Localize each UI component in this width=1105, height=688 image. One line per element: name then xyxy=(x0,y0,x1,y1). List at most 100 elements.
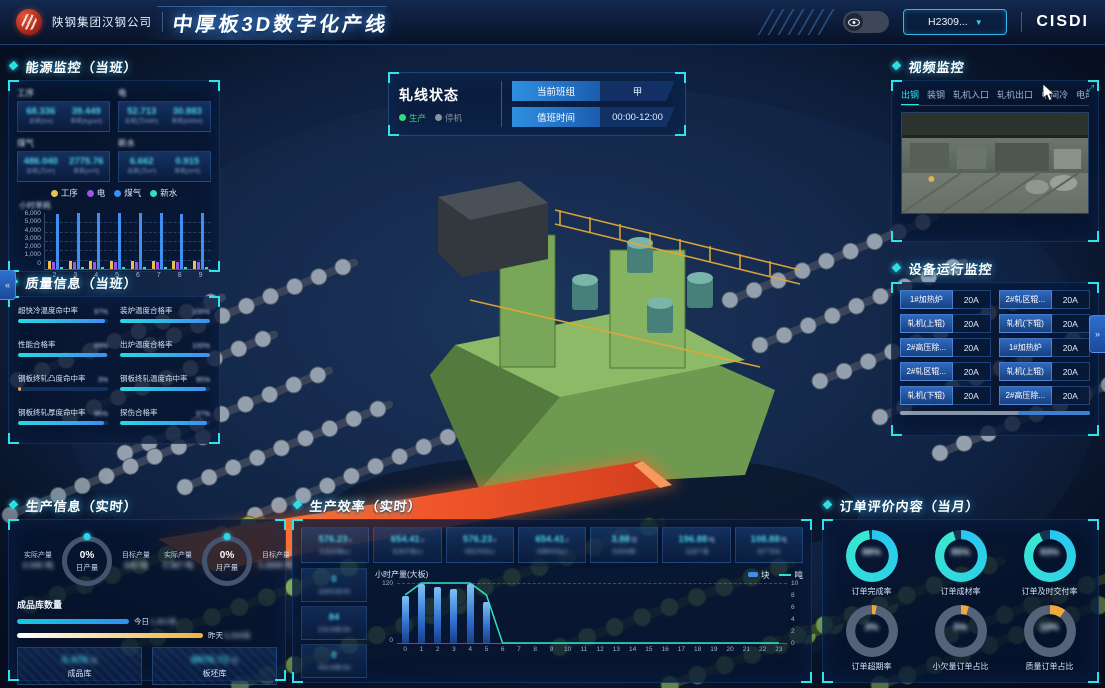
energy-chart-y-axis: 6,0005,0004,0003,0002,0001,0000 xyxy=(17,213,44,269)
device-chip[interactable]: 2#轧区辊...20A xyxy=(900,362,991,381)
device-chip[interactable]: 1#加热炉20A xyxy=(900,290,991,309)
actual-value: 0.045 吨 xyxy=(17,560,59,571)
status-legend-item: 停机 xyxy=(435,112,462,124)
energy-chart-legend: 工序电煤气新水 xyxy=(17,187,211,199)
bar-group xyxy=(45,213,66,269)
efficiency-side-stats: 0当前轧制(块)84已轧块数(块)0待轧块数(块) xyxy=(301,568,367,678)
device-chip[interactable]: 轧机(上辊)20A xyxy=(900,314,991,333)
output-gauge: 实际产量0.045 吨0%日产量目标产量500 吨 xyxy=(17,528,157,594)
metric-value: 97% xyxy=(196,411,210,418)
inventory-box: 8876.72吨板坯库 xyxy=(152,647,277,685)
stat-label: 轧制节奏(s) xyxy=(392,547,422,556)
panel-title-text: 生产效率（实时） xyxy=(309,496,423,515)
quality-metric: 钢板终轧温度命中率95% xyxy=(120,373,210,399)
energy-group-name: 煤气 xyxy=(17,137,110,149)
metric-value: 97% xyxy=(94,309,108,316)
device-name: 2#轧区辊... xyxy=(900,362,953,381)
device-chip[interactable]: 轧机(下辊)20A xyxy=(900,386,991,405)
camera-tab-3[interactable]: 轧机出口 xyxy=(997,88,1033,101)
output-gauges: 实际产量0.045 吨0%日产量目标产量500 吨实际产量0.387 吨0%月产… xyxy=(17,528,277,594)
stat-label: 当班产量 xyxy=(685,547,708,556)
device-value: 20A xyxy=(1052,314,1090,333)
mouse-cursor xyxy=(1042,84,1056,102)
device-chip[interactable]: 1#加热炉20A xyxy=(999,338,1090,357)
collapse-left-handle[interactable]: « xyxy=(0,270,16,300)
bar-group xyxy=(190,213,211,269)
legend-label: 工序 xyxy=(61,187,78,199)
energy-hourly-chart: 6,0005,0004,0003,0002,0001,0000 xyxy=(17,213,211,270)
energy-value: 68.336 xyxy=(26,107,55,118)
stat-label: 间隙时间(s) xyxy=(537,547,567,556)
header-pinstripes xyxy=(758,9,837,35)
visibility-toggle[interactable] xyxy=(843,11,889,33)
panel-title-text: 设备运行监控 xyxy=(908,259,994,278)
camera-tab-0[interactable]: 出钢 xyxy=(901,88,919,101)
metric-value: 100% xyxy=(192,343,210,350)
efficiency-stat: 576.23s轧制间隔(s) xyxy=(301,527,369,563)
device-name: 轧机(下辊) xyxy=(900,386,953,405)
energy-group: 新水6.662总耗(万m³)0.915单耗(m³/t) xyxy=(118,137,211,182)
collapse-right-handle[interactable]: » xyxy=(1089,315,1105,353)
panel-production: ❖ 生产信息（实时） 实际产量0.045 吨0%日产量目标产量500 吨实际产量… xyxy=(8,495,286,681)
status-legend-item: 生产 xyxy=(399,112,426,124)
panel-title-text: 订单评价内容（当月） xyxy=(839,496,981,515)
energy-chart-title: 小时单耗 xyxy=(19,200,211,211)
scrollbar-thumb[interactable] xyxy=(1018,411,1090,415)
device-name: 2#轧区辊... xyxy=(999,290,1052,309)
legend-item: 新水 xyxy=(150,187,177,199)
device-scrollbar[interactable] xyxy=(900,411,1090,415)
camera-tab-2[interactable]: 轧机入口 xyxy=(953,88,989,101)
energy-value: 486.040 xyxy=(24,157,58,168)
actual-value: 0.387 吨 xyxy=(157,560,199,571)
eye-icon xyxy=(845,13,863,31)
energy-group: 煤气486.040总耗(万m³)2775.76单耗(m³/t) xyxy=(17,137,110,182)
stat-value: 654.41s xyxy=(535,534,568,545)
status-legend-label: 停机 xyxy=(445,112,462,124)
app-title: 中厚板3D数字化产线 xyxy=(171,8,391,37)
hourly-bar xyxy=(467,584,474,643)
energy-value: 52.713 xyxy=(127,107,156,118)
device-chip[interactable]: 轧机(上辊)20A xyxy=(999,362,1090,381)
hourly-bar xyxy=(402,596,409,644)
stat-value: 196.88吨 xyxy=(678,534,715,545)
camera-tab-1[interactable]: 装钢 xyxy=(927,88,945,101)
device-chip[interactable]: 2#轧区辊...20A xyxy=(999,290,1090,309)
gauge-ring: 0%日产量 xyxy=(62,536,112,586)
chart-legend-item: 块 xyxy=(748,569,770,581)
shift-info-row: 当前班组甲 xyxy=(512,81,675,101)
metric-bar xyxy=(120,421,207,425)
bar-group xyxy=(149,213,170,269)
view-selector-dropdown[interactable]: H2309... ▼ xyxy=(903,9,1007,35)
order-donut: 95%订单成材率 xyxy=(916,526,1005,601)
metric-value: 95% xyxy=(196,377,210,384)
device-chip[interactable]: 2#高压除...20A xyxy=(900,338,991,357)
device-chip[interactable]: 轧机(下辊)20A xyxy=(999,314,1090,333)
order-donut: 3%订单超期率 xyxy=(827,601,916,676)
line-swatch-icon xyxy=(779,574,791,576)
metric-label: 探伤合格率 xyxy=(120,407,158,418)
inventory-box-value: 0.476吨 xyxy=(62,654,97,666)
device-value: 20A xyxy=(953,362,991,381)
legend-dot-icon xyxy=(114,190,121,197)
inventory-bar xyxy=(17,633,203,638)
device-name: 1#加热炉 xyxy=(999,338,1052,357)
chart-legend-label: 块 xyxy=(761,569,770,581)
device-value: 20A xyxy=(1052,386,1090,405)
stat-value: 84 xyxy=(329,612,340,623)
diamond-icon: ❖ xyxy=(890,59,903,73)
legend-dot-icon xyxy=(87,190,94,197)
stat-value: 3.88块 xyxy=(611,534,637,545)
company-logo-icon xyxy=(16,9,42,35)
metric-label: 装炉温度合格率 xyxy=(120,305,173,316)
video-feed[interactable] xyxy=(901,112,1089,214)
diamond-icon: ❖ xyxy=(7,498,20,512)
energy-value-label: 总耗(万kWh) xyxy=(125,119,159,126)
bar-group xyxy=(107,213,128,269)
legend-label: 新水 xyxy=(160,187,177,199)
output-gauge: 实际产量0.387 吨0%月产量目标产量5.0000 吨 xyxy=(157,528,297,594)
efficiency-stat: 654.41s轧制节奏(s) xyxy=(373,527,441,563)
donut-label: 质量订单占比 xyxy=(1026,661,1074,672)
stat-label: 轧制块数 xyxy=(613,547,636,556)
energy-value: 6.662 xyxy=(130,157,154,168)
device-chip[interactable]: 2#高压除...20A xyxy=(999,386,1090,405)
